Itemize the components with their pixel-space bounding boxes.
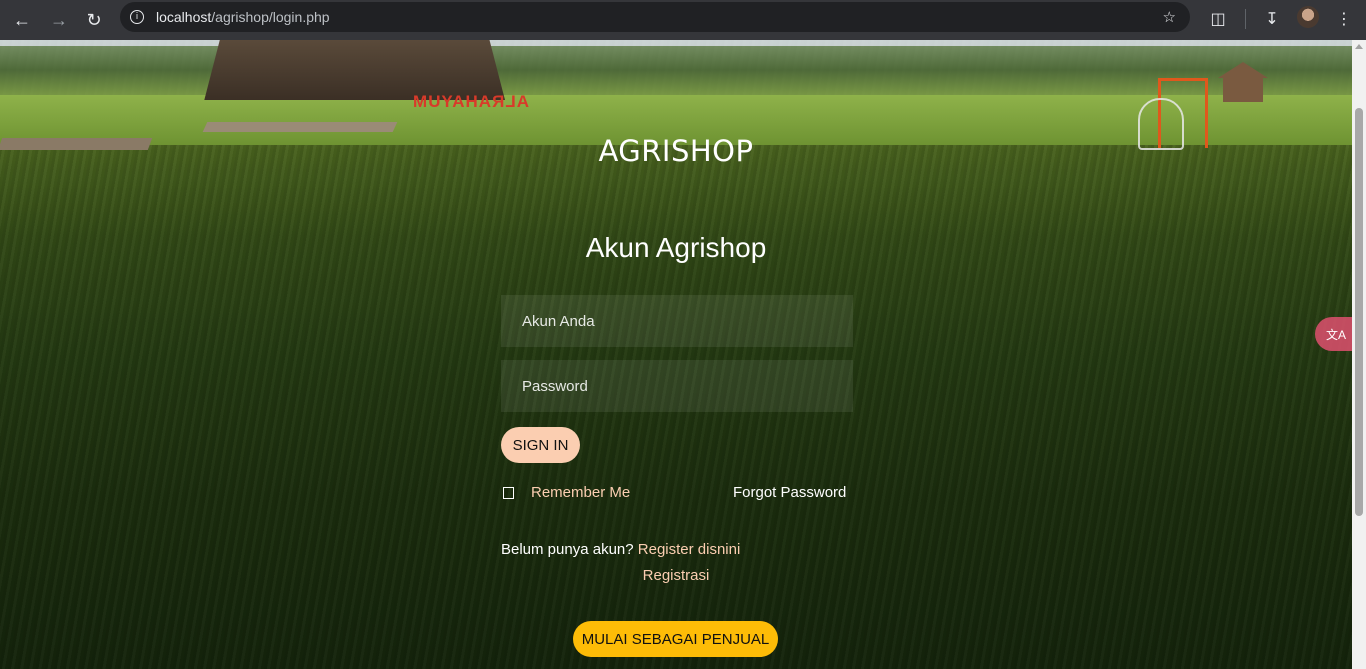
- forgot-password-link[interactable]: Forgot Password: [733, 484, 846, 501]
- translate-icon[interactable]: 文A: [1315, 317, 1352, 351]
- forward-icon[interactable]: →: [47, 8, 71, 32]
- register-prompt: Belum punya akun?: [501, 541, 634, 558]
- url-text[interactable]: localhost/agrishop/login.php: [156, 9, 330, 25]
- scroll-up-icon[interactable]: [1355, 44, 1363, 49]
- remember-label[interactable]: Remember Me: [531, 484, 630, 501]
- browser-toolbar: ← → ↻ i localhost/agrishop/login.php ☆ ◫…: [0, 0, 1366, 40]
- profile-avatar[interactable]: [1297, 6, 1319, 28]
- password-input[interactable]: [501, 360, 853, 412]
- page-scrollbar[interactable]: [1352, 40, 1366, 669]
- background-hut: [204, 40, 505, 100]
- background-sign: ALRAHAYUM: [412, 92, 529, 111]
- username-input[interactable]: [501, 295, 853, 347]
- login-heading: Akun Agrishop: [585, 232, 767, 263]
- remember-checkbox[interactable]: [503, 486, 514, 499]
- address-bar[interactable]: i localhost/agrishop/login.php ☆: [120, 2, 1190, 32]
- kebab-menu-icon[interactable]: ⋮: [1333, 8, 1355, 30]
- reload-icon[interactable]: ↻: [82, 8, 106, 32]
- login-page: ALRAHAYUM AGRISHOP Akun Agrishop SIGN IN…: [0, 40, 1352, 669]
- registration-link[interactable]: Registrasi: [0, 567, 1352, 584]
- info-icon[interactable]: i: [130, 10, 144, 24]
- remember-me[interactable]: Remember Me: [503, 484, 630, 501]
- puzzle-icon[interactable]: ◫: [1207, 8, 1229, 30]
- back-icon[interactable]: ←: [10, 8, 34, 32]
- download-icon[interactable]: ↧: [1261, 8, 1283, 30]
- toolbar-divider: [1245, 9, 1246, 29]
- background-treeline: [0, 40, 1352, 102]
- register-prompt-line: Belum punya akun? Register disnini: [501, 541, 740, 558]
- scrollbar-thumb[interactable]: [1355, 108, 1363, 516]
- sign-in-button[interactable]: SIGN IN: [501, 427, 580, 463]
- background-walkway: [202, 122, 398, 132]
- star-icon[interactable]: ☆: [1163, 8, 1176, 26]
- register-link[interactable]: Register disnini: [638, 541, 741, 558]
- start-as-seller-button[interactable]: MULAI SEBAGAI PENJUAL: [573, 621, 778, 657]
- brand-title: AGRISHOP: [598, 134, 754, 168]
